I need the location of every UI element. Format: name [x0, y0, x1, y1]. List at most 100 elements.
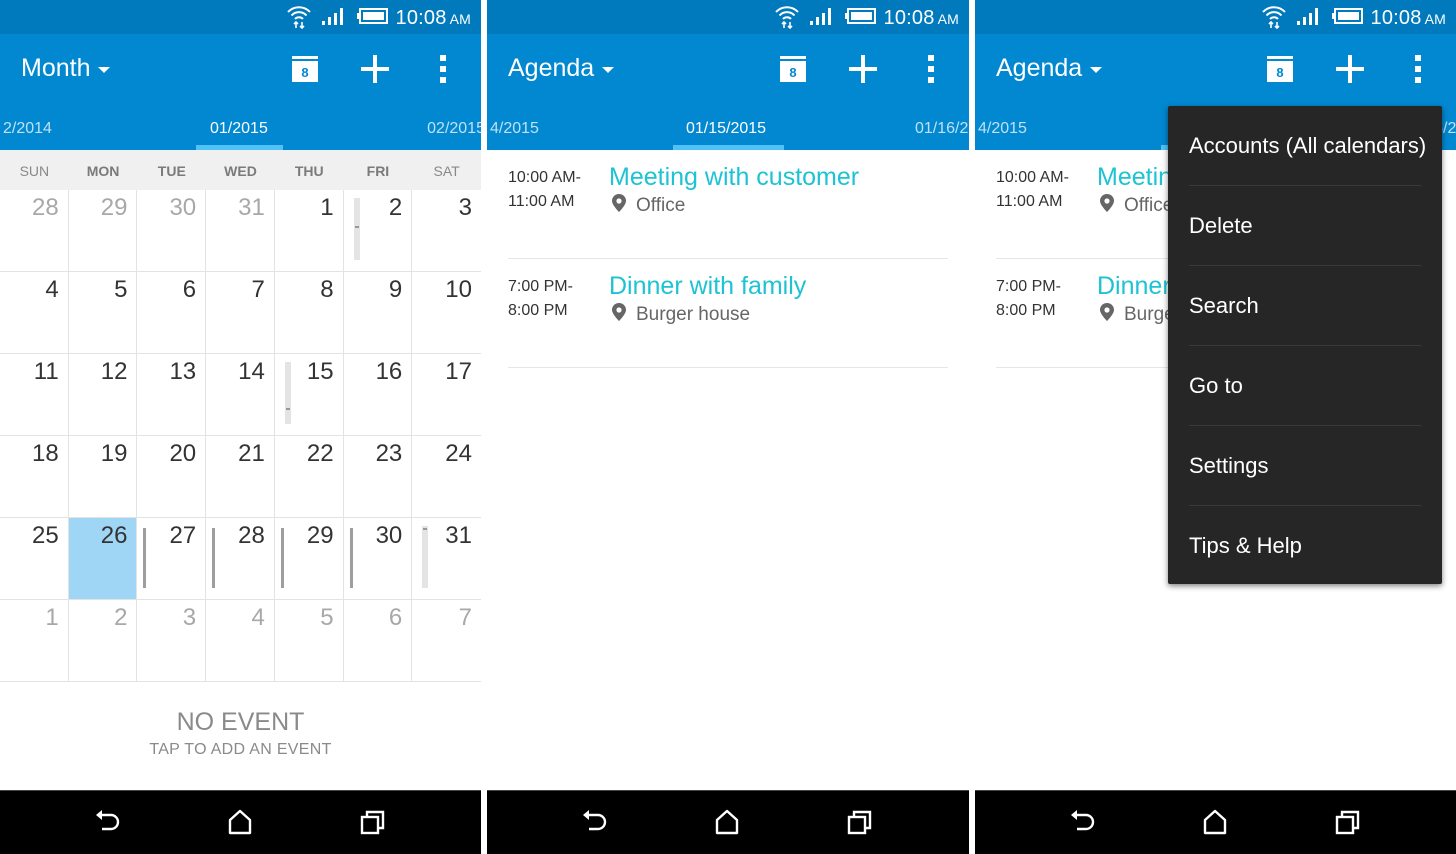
- day-cell[interactable]: 7: [412, 600, 481, 682]
- day-number: 18: [32, 440, 59, 467]
- day-cell[interactable]: 4: [206, 600, 275, 682]
- tab-prev-day[interactable]: 4/2015: [490, 120, 539, 138]
- day-cell[interactable]: 23: [343, 436, 413, 518]
- day-cell[interactable]: 20: [137, 436, 207, 518]
- event-item[interactable]: 10:00 AM-11:00 AM Meeting with customer …: [508, 150, 948, 259]
- day-number: 11: [33, 358, 59, 385]
- recent-apps-button[interactable]: [1333, 809, 1363, 839]
- day-cell[interactable]: 24: [412, 436, 481, 518]
- day-cell[interactable]: 1: [274, 190, 344, 272]
- today-button[interactable]: 8: [285, 54, 325, 88]
- day-cell[interactable]: 13: [137, 354, 207, 436]
- menu-item-tips-help[interactable]: Tips & Help: [1189, 506, 1421, 586]
- day-cell[interactable]: 19: [68, 436, 138, 518]
- tap-to-add-hint[interactable]: TAP TO ADD AN EVENT: [0, 741, 481, 759]
- view-title: Agenda: [508, 54, 595, 82]
- view-title: Agenda: [996, 54, 1083, 82]
- day-cell[interactable]: 30: [137, 190, 207, 272]
- tab-next-month[interactable]: 02/2015: [427, 120, 481, 138]
- status-bar: 10:08 AM: [487, 0, 969, 34]
- day-cell[interactable]: 21: [206, 436, 275, 518]
- today-icon-number: 8: [1276, 65, 1283, 80]
- tab-next-day[interactable]: 01/16/2015: [915, 120, 969, 138]
- today-button[interactable]: 8: [773, 54, 813, 88]
- view-switcher-dropdown[interactable]: Agenda: [996, 54, 1103, 83]
- back-button[interactable]: [93, 809, 123, 839]
- recent-apps-button[interactable]: [845, 809, 875, 839]
- day-cell[interactable]: 14: [206, 354, 275, 436]
- day-cell[interactable]: 3: [412, 190, 481, 272]
- tab-prev-month[interactable]: 2/2014: [3, 120, 52, 138]
- add-event-button[interactable]: [355, 54, 395, 88]
- day-cell[interactable]: 15: [274, 354, 344, 436]
- event-item[interactable]: 7:00 PM- 8:00 PM Dinner with family Burge…: [508, 259, 948, 368]
- menu-item-accounts[interactable]: Accounts (All calendars): [1189, 106, 1426, 186]
- day-cell[interactable]: 30: [343, 518, 413, 600]
- event-end-time: 8:00 PM: [996, 302, 1056, 319]
- navigation-bar: [975, 790, 1456, 854]
- overflow-menu-button[interactable]: [1398, 54, 1438, 88]
- day-cell[interactable]: 28: [0, 190, 69, 272]
- view-switcher-dropdown[interactable]: Month: [21, 54, 111, 83]
- add-event-button[interactable]: [843, 54, 883, 88]
- day-number: 31: [445, 522, 472, 549]
- empty-state[interactable]: NO EVENT TAP TO ADD AN EVENT: [0, 708, 481, 759]
- battery-icon: [356, 7, 388, 30]
- add-event-button[interactable]: [1330, 54, 1370, 88]
- day-cell[interactable]: 22: [274, 436, 344, 518]
- overflow-menu-button[interactable]: [911, 54, 951, 88]
- weekday-label: WED: [224, 163, 257, 179]
- day-cell[interactable]: 31: [412, 518, 481, 600]
- home-button[interactable]: [712, 809, 742, 839]
- day-cell[interactable]: 17: [412, 354, 481, 436]
- today-button[interactable]: 8: [1260, 54, 1300, 88]
- overflow-menu-button[interactable]: [423, 54, 463, 88]
- home-button[interactable]: [225, 809, 255, 839]
- back-button[interactable]: [1068, 809, 1098, 839]
- day-cell-today[interactable]: 26: [68, 518, 138, 600]
- day-number: 5: [114, 276, 128, 303]
- day-cell[interactable]: 8: [274, 272, 344, 354]
- recent-apps-button[interactable]: [358, 809, 388, 839]
- day-cell[interactable]: 29: [68, 190, 138, 272]
- day-cell[interactable]: 28: [206, 518, 275, 600]
- menu-item-settings[interactable]: Settings: [1189, 426, 1421, 506]
- day-cell[interactable]: 6: [343, 600, 413, 682]
- tab-current-day[interactable]: 01/15/2015: [686, 120, 766, 138]
- day-cell[interactable]: 18: [0, 436, 69, 518]
- menu-item-search[interactable]: Search: [1189, 266, 1421, 346]
- day-cell[interactable]: 2: [68, 600, 138, 682]
- day-cell[interactable]: 29: [274, 518, 344, 600]
- day-number: 24: [445, 440, 472, 467]
- status-time: 10:08 AM: [396, 7, 471, 30]
- day-cell[interactable]: 16: [343, 354, 413, 436]
- day-cell[interactable]: 6: [137, 272, 207, 354]
- day-cell[interactable]: 1: [0, 600, 69, 682]
- event-indicator: [143, 528, 147, 588]
- day-cell[interactable]: 25: [0, 518, 69, 600]
- tab-prev-day[interactable]: 4/2015: [978, 120, 1027, 138]
- day-number: 8: [320, 276, 334, 303]
- day-number: 30: [375, 522, 403, 549]
- day-cell[interactable]: 7: [206, 272, 275, 354]
- day-cell[interactable]: 9: [343, 272, 413, 354]
- day-cell[interactable]: 27: [137, 518, 207, 600]
- day-cell[interactable]: 31: [206, 190, 275, 272]
- menu-item-go-to[interactable]: Go to: [1189, 346, 1421, 426]
- day-cell[interactable]: 4: [0, 272, 69, 354]
- day-cell[interactable]: 10: [412, 272, 481, 354]
- day-cell[interactable]: 5: [68, 272, 138, 354]
- view-switcher-dropdown[interactable]: Agenda: [508, 54, 615, 83]
- day-cell[interactable]: 12: [68, 354, 138, 436]
- event-indicator: [353, 198, 360, 260]
- day-cell[interactable]: 2: [343, 190, 413, 272]
- back-button[interactable]: [580, 809, 610, 839]
- day-cell[interactable]: 3: [137, 600, 207, 682]
- ampm-text: AM: [449, 10, 471, 27]
- home-button[interactable]: [1200, 809, 1230, 839]
- day-cell[interactable]: 11: [0, 354, 69, 436]
- battery-icon: [1331, 7, 1363, 30]
- tab-current-month[interactable]: 01/2015: [210, 120, 268, 138]
- day-cell[interactable]: 5: [274, 600, 344, 682]
- menu-item-delete[interactable]: Delete: [1189, 186, 1421, 266]
